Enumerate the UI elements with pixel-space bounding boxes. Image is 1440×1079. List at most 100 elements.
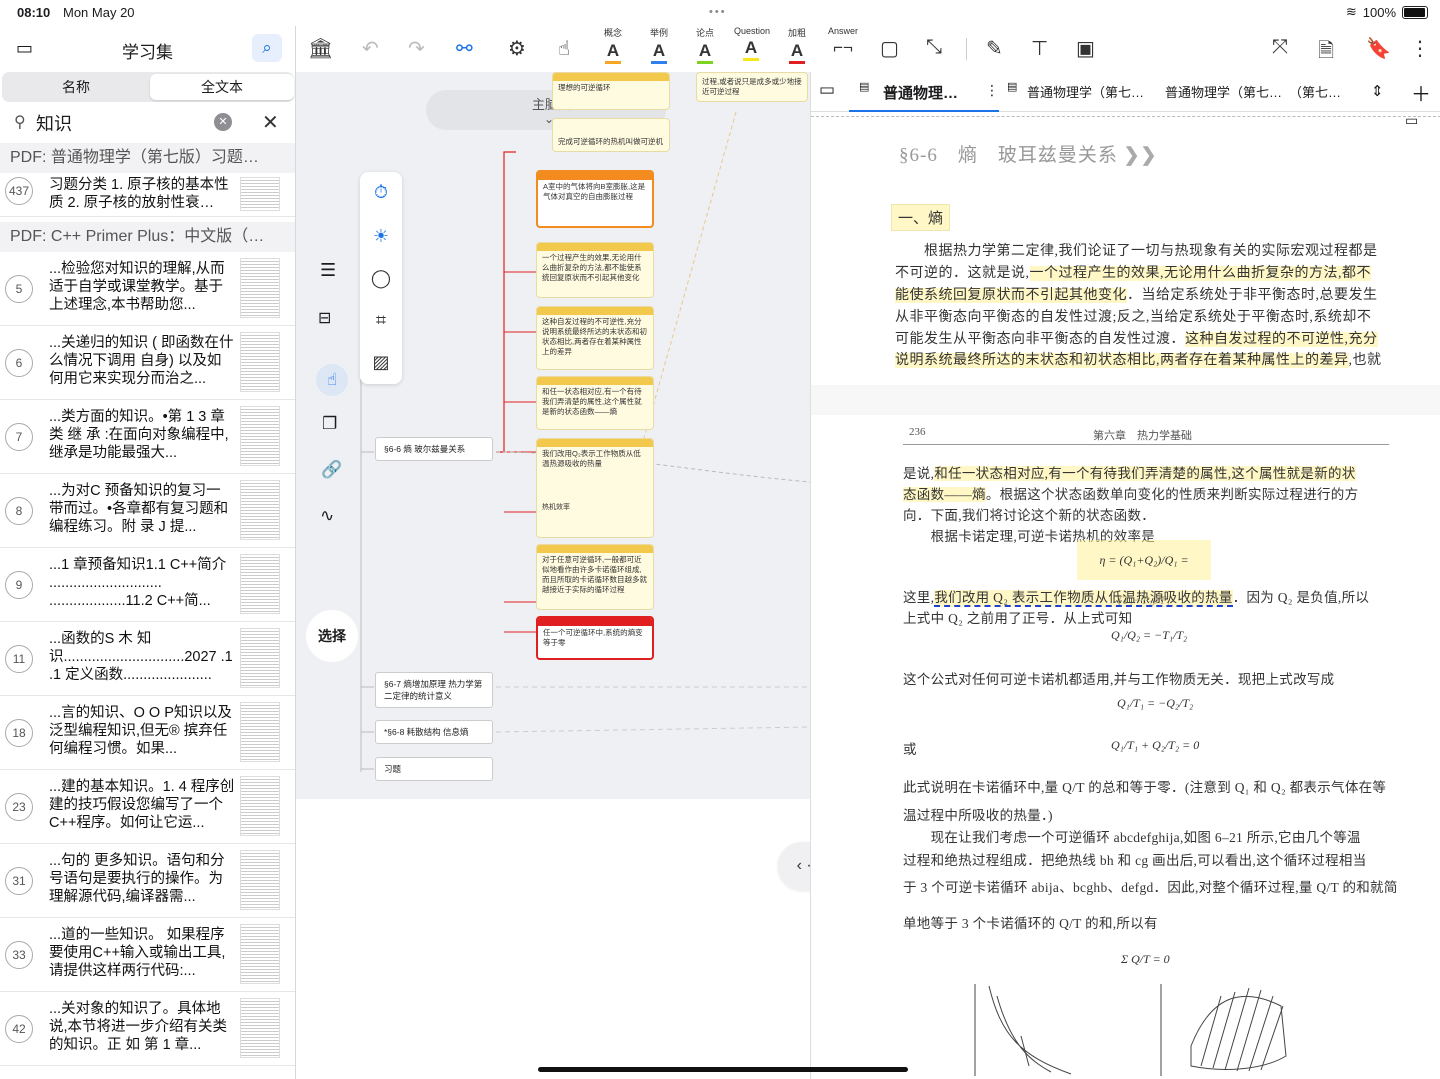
formula-sigma: Σ Q/T = 0	[1121, 952, 1170, 966]
mindmap-main-node[interactable]: §6-6 熵 玻尔兹曼关系	[375, 437, 493, 461]
tab-more-icon[interactable]: ⋮	[985, 82, 999, 99]
crop-icon[interactable]: ⌗	[360, 310, 402, 331]
highlight-tool-4[interactable]: 加粗 A	[780, 26, 814, 64]
search-field[interactable]: ⚲ 知识 ✕	[6, 108, 242, 138]
section-header: PDF: 普通物理学（第七版）习题…	[0, 143, 295, 173]
text-line: 从非平衡态向平衡态的自发性过渡;反之,当给定系统处于平衡态时,系统却不	[895, 310, 1372, 325]
item-text: ...句的 更多知识。语句和分号语句是要执行的操作。为理解源代码,编译器需...	[49, 853, 225, 905]
pointer-mode-icon[interactable]: ☝	[316, 364, 348, 396]
select-button[interactable]: 选择	[306, 610, 358, 662]
sun-icon[interactable]: ☀	[360, 226, 402, 247]
mindmap-icon[interactable]: ⚯	[456, 36, 473, 61]
mindmap-card[interactable]: 理想的可逆循环	[552, 72, 670, 110]
copy-icon[interactable]: ❐	[322, 414, 337, 434]
area-select-icon[interactable]: ▢	[880, 36, 899, 61]
curve-icon[interactable]: ∿	[320, 506, 334, 526]
list-item[interactable]: 5 ...检验您对知识的理解,从而适于自学或课堂教学。基于上述理念,本书帮助您..…	[0, 252, 295, 326]
wifi-icon: ≋	[1345, 4, 1357, 19]
search-icon[interactable]: ⌕	[252, 34, 282, 62]
list-item[interactable]: 31 ...句的 更多知识。语句和分号语句是要执行的操作。为理解源代码,编译器需.…	[0, 844, 295, 918]
timer-icon[interactable]: ⏱	[360, 182, 402, 203]
clear-search-icon[interactable]: ✕	[214, 113, 232, 131]
item-text: ...检验您对知识的理解,从而适于自学或课堂教学。基于上述理念,本书帮助您...	[49, 261, 225, 313]
mindmap-card[interactable]: 对于任意可逆循环,一般都可近似地看作由许多卡诺循环组成,而且所取的卡诺循环数目越…	[536, 544, 654, 610]
mindmap-card[interactable]: 任一个可逆循环中,系统的熵变等于零	[536, 616, 654, 660]
list-item[interactable]: 437 习题分类 1. 原子核的基本性质 2. 原子核的放射性衰…	[0, 173, 295, 217]
battery-status: ≋ 100%	[1346, 4, 1428, 20]
tab-1[interactable]: 普通物理…	[883, 82, 958, 103]
close-icon[interactable]: ✕	[262, 110, 279, 135]
highlight-tool-3[interactable]: Question A	[734, 26, 770, 61]
list-item[interactable]: 33 ...道的一些知识。 如果程序要使用C++输入或输出工具, 请提供这样两行代…	[0, 918, 295, 992]
search-input[interactable]: 知识	[36, 110, 72, 136]
text-line: 单地等于 3 个卡诺循环的 Q/T 的和,所以有	[903, 916, 1158, 931]
list-item[interactable]: 18 ...言的知识、O O P知识以及泛型编程知识,但无® 摈弃任 何编程习惯。…	[0, 696, 295, 770]
settings-gear-icon[interactable]: ⚙	[508, 36, 526, 61]
chapter-header: 第六章 热力学基础	[1093, 430, 1192, 442]
list-icon[interactable]: ☰	[320, 260, 336, 281]
list-item[interactable]: 9 ...1 章预备知识1.1 C++简介 ...................…	[0, 548, 295, 622]
mindmap-canvas[interactable]: 主脑图 ⌄ ⏱ ☀ ◯ ⌗ ▨ ☰ ⊟ ☝ ❐ 🔗 ∿ 选择 §6-6 熵 玻尔…	[296, 72, 810, 799]
text-line: 此式说明在卡诺循环中,量 Q/T 的总和等于零．(注意到 Q₁ 和 Q₂ 都表示…	[903, 780, 1387, 795]
mindmap-card[interactable]: 完成可逆循环的热机叫做可逆机	[552, 118, 670, 152]
list-item[interactable]: 7 ...类方面的知识。•第 1 3 章 类 继 承 :在面向对象编程中, 继承是…	[0, 400, 295, 474]
item-text: ...道的一些知识。 如果程序要使用C++输入或输出工具, 请提供这样两行代码:…	[49, 927, 226, 979]
more-menu-icon[interactable]: ⋮	[1410, 36, 1430, 61]
item-text: ...类方面的知识。•第 1 3 章 类 继 承 :在面向对象编程中, 继承是功…	[49, 409, 229, 461]
textbox-icon[interactable]: ⊤	[1031, 36, 1048, 61]
seg-fulltext[interactable]: 全文本	[150, 74, 294, 100]
picture-icon[interactable]: ▨	[360, 352, 402, 373]
list-item[interactable]: 8 ...为对C 预备知识的复习一带而过。•各章都有复习题和编程练习。附 录 J …	[0, 474, 295, 548]
layout-icon[interactable]: ⊟	[318, 308, 331, 328]
tab-3[interactable]: 普通物理学（第七…	[1165, 82, 1282, 101]
seg-name[interactable]: 名称	[4, 74, 148, 100]
item-text: ...1 章预备知识1.1 C++简介 ....................…	[49, 557, 227, 609]
sidebar-icon[interactable]: ▭	[819, 80, 835, 100]
undo-icon[interactable]: ↶	[362, 36, 379, 61]
mindmap-sub-node[interactable]: §6-7 熵增加原理 热力学第二定律的统计意义	[375, 672, 493, 708]
document-search-icon[interactable]: 🗎	[1318, 36, 1334, 70]
text-line: 温过程中所吸收的热量．)	[903, 808, 1053, 823]
mindmap-sub-node[interactable]: 习题	[375, 757, 493, 781]
mindmap-card[interactable]: A室中的气体将向B室膨胀,这是气体对真空的自由膨胀过程	[536, 170, 654, 228]
bookmark-icon[interactable]: 🔖	[1366, 36, 1391, 61]
hand-pointer-icon[interactable]: ☝	[558, 36, 570, 61]
page-gap	[811, 385, 1440, 415]
clock: 08:10	[17, 5, 51, 20]
list-item[interactable]: 42 ...关对象的知识了。具体地说,本节将进一步介绍有关类 的知识。正 如 第 …	[0, 992, 295, 1066]
mindmap-card[interactable]: 过程,或者说只是成多或少地接近可逆过程	[696, 72, 808, 102]
mindmap-sub-node[interactable]: *§6-8 耗散结构 信息熵	[375, 720, 493, 744]
highlight-tool-5[interactable]: Answer ⌐¬	[826, 26, 860, 58]
link-icon[interactable]: 🔗	[321, 460, 342, 480]
fullscreen-collapse-icon[interactable]: ⤧	[1272, 36, 1288, 59]
list-item[interactable]: 23 ...建的基本知识。1. 4 程序创建的技巧假设您编写了一个C++程序。如何…	[0, 770, 295, 844]
mindmap-card[interactable]: 这种自发过程的不可逆性,充分说明系统最终所达的末状态和初状态相比,两者存在着某种…	[536, 306, 654, 370]
highlight-tool-1[interactable]: 举例 A	[642, 26, 676, 64]
page-thumbnail	[240, 850, 280, 910]
mindmap-card[interactable]: 一个过程产生的效果,无论用什么曲折复杂的方法,都不能使系统回复原状而不引起其他变…	[536, 242, 654, 298]
resize-icon[interactable]: ⤡	[926, 36, 942, 59]
page-number: 9	[5, 571, 33, 599]
formula-sum-zero: Q₁/T₁ + Q₂/T₂ = 0	[1111, 738, 1200, 752]
tab-4[interactable]: （第七…	[1289, 82, 1341, 101]
list-item[interactable]: 6 ...关递归的知识 ( 即函数在什么情况下调用 自身) 以及如何用它来实现分而…	[0, 326, 295, 400]
list-item[interactable]: 11 ...函数的S 木 知识..........................…	[0, 622, 295, 696]
text-line: 现在让我们考虑一个可逆循环 abcdefghija,如图 6–21 所示,它由几…	[903, 830, 1361, 845]
library-icon[interactable]: 🏛	[308, 36, 333, 61]
image-icon[interactable]: ▣	[1076, 36, 1095, 61]
highlight-tool-2[interactable]: 论点 A	[688, 26, 722, 64]
tab-2[interactable]: 普通物理学（第七…	[1027, 82, 1144, 101]
redo-icon[interactable]: ↷	[408, 36, 425, 61]
text-line: 是说,和任一状态相对应,有一个有待我们弄清楚的属性,这个属性就是新的状	[903, 466, 1356, 481]
page-thumbnail	[240, 554, 280, 614]
mindmap-card[interactable]: 和任一状态相对应,有一个有待我们弄清楚的属性,这个属性就是新的状态函数——熵	[536, 376, 654, 430]
sort-icon[interactable]: ⇕	[1371, 82, 1384, 100]
circle-icon[interactable]: ◯	[360, 268, 402, 289]
multitask-dots-icon[interactable]: •••	[709, 6, 727, 18]
mindmap-card[interactable]: 我们改用Q₂表示工作物质从低温热源吸收的热量 热机效率	[536, 438, 654, 538]
add-tab-icon[interactable]: ＋	[1411, 78, 1431, 107]
text-line: 过程和绝热过程组成．把绝热线 bh 和 cg 画出后,可以看出,这个循环过程相当	[903, 853, 1367, 868]
pen-icon[interactable]: ✎	[986, 36, 1003, 61]
highlight-tool-0[interactable]: 概念 A	[596, 26, 630, 64]
text-line: 能使系统回复原状而不引起其他变化．当给定系统处于非平衡态时,总要发生	[895, 288, 1378, 303]
